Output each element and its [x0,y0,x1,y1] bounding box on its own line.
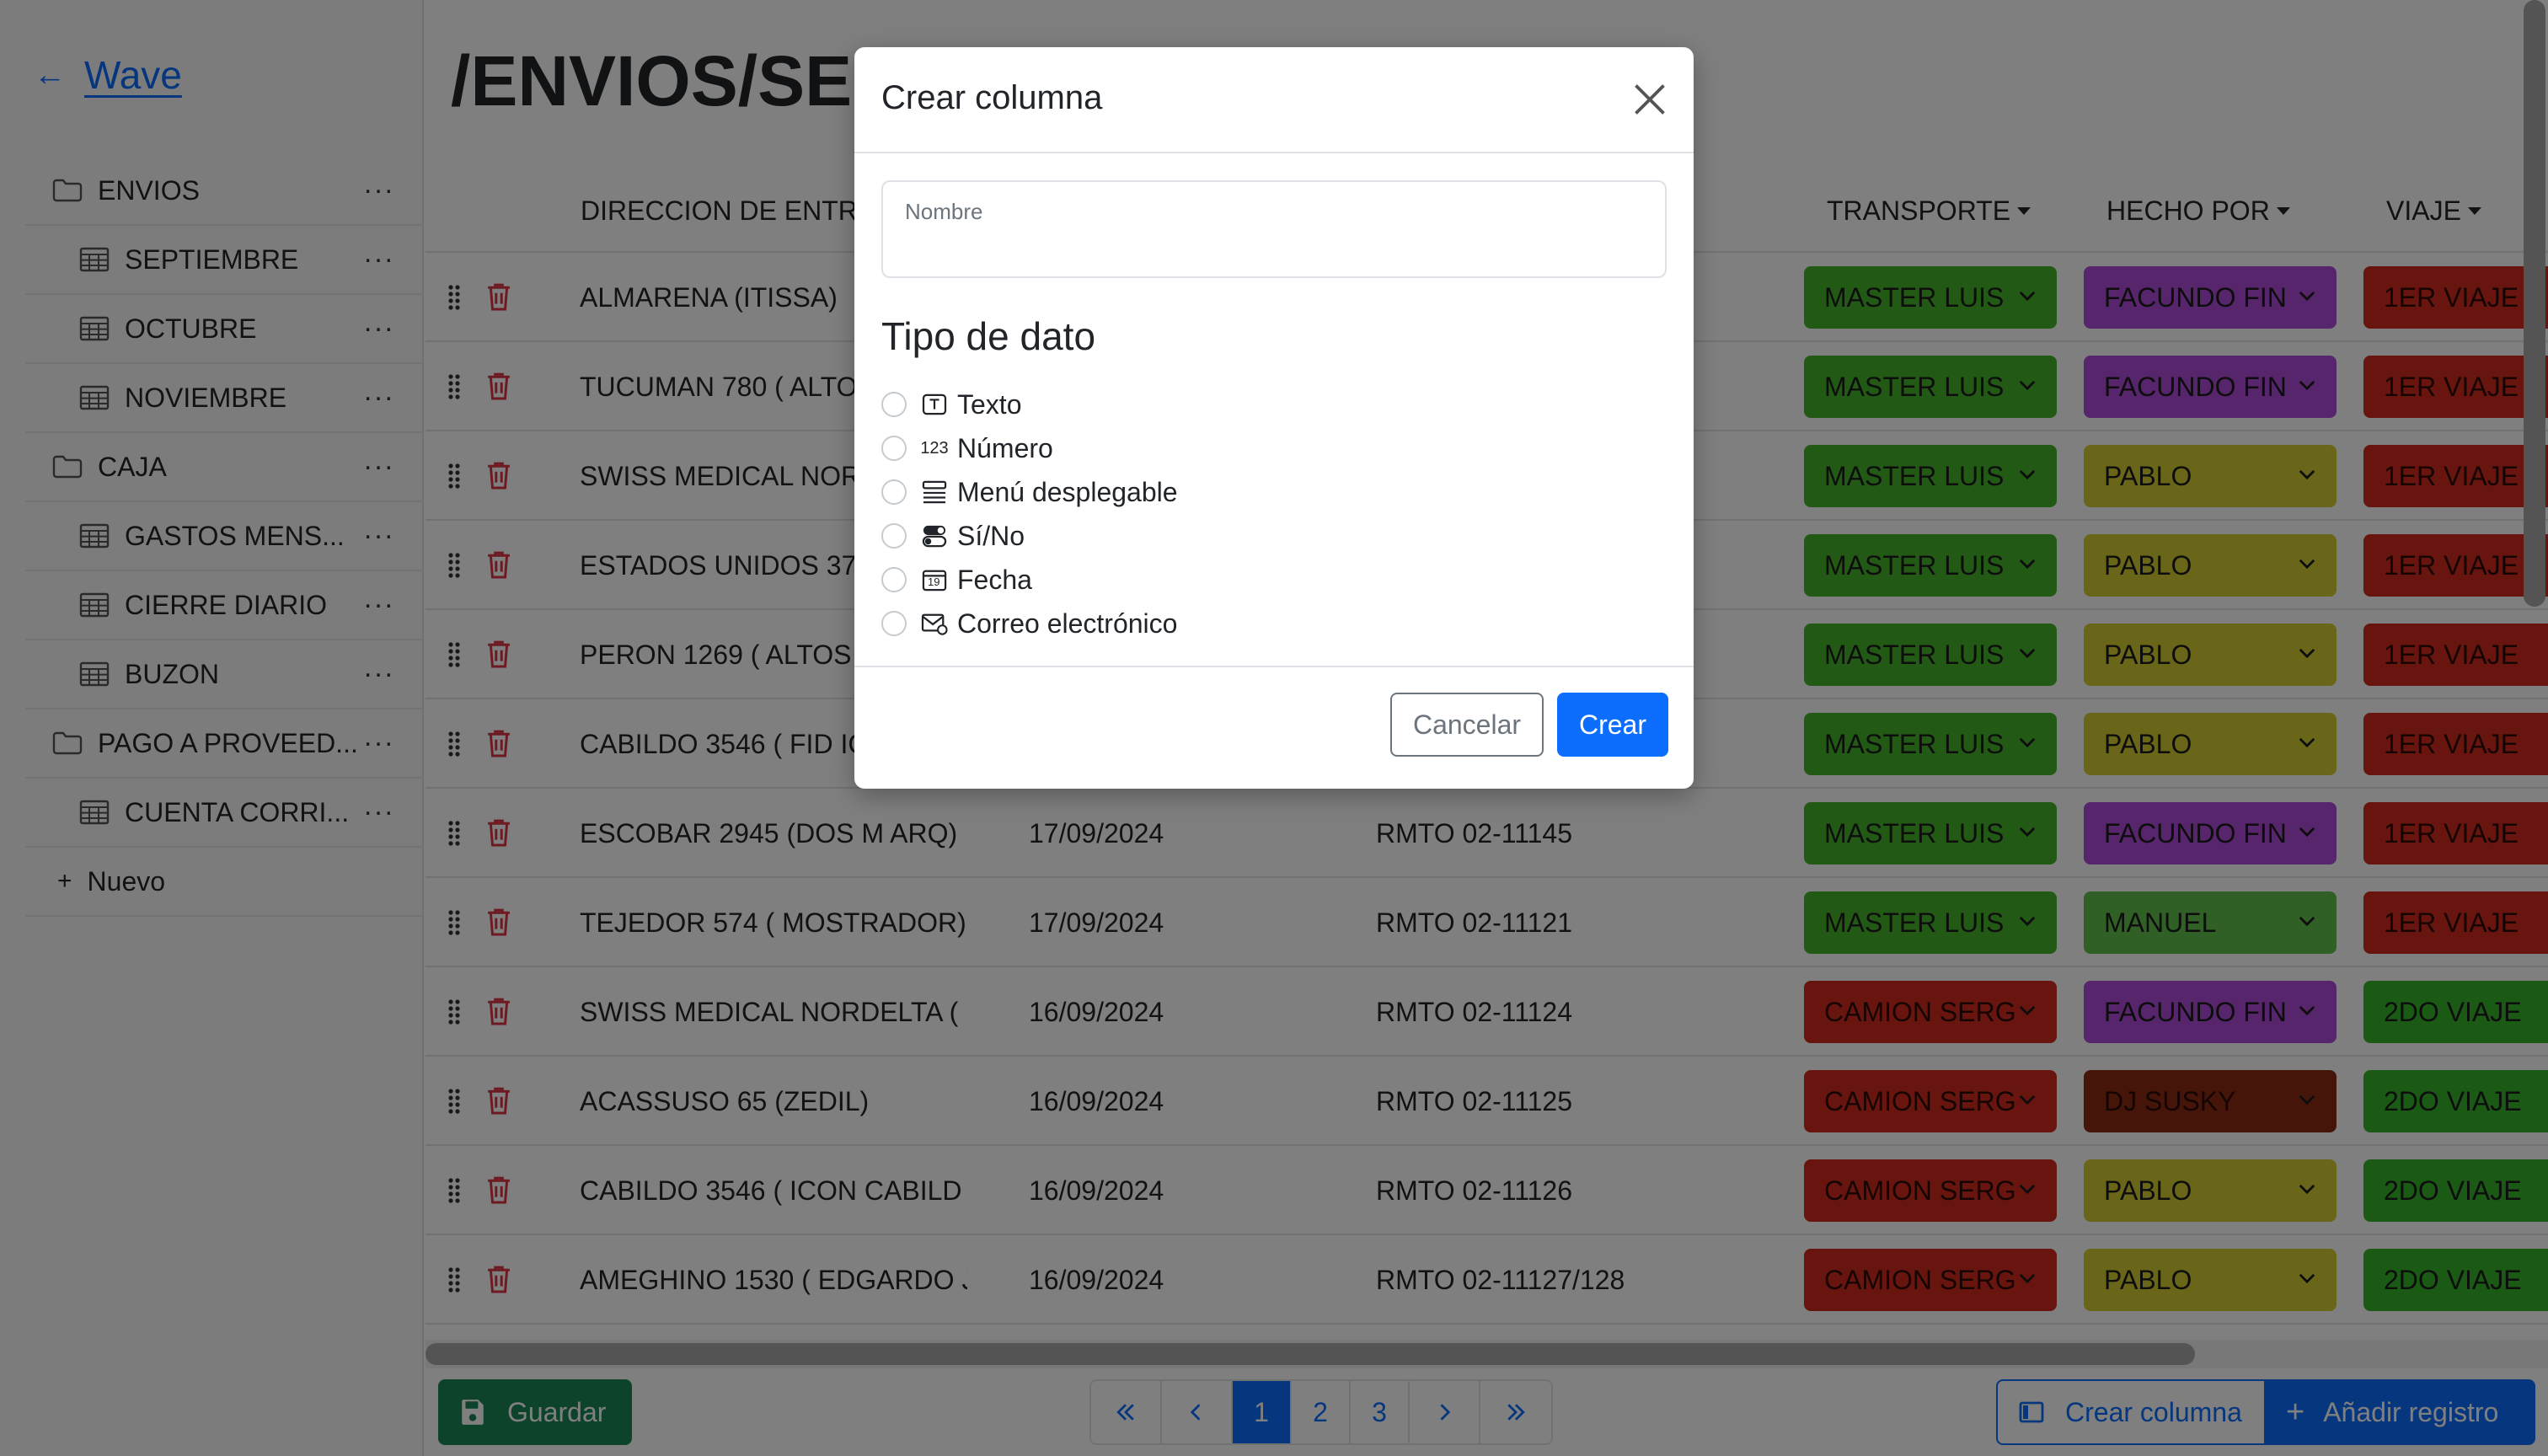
cancel-button[interactable]: Cancelar [1390,693,1544,757]
toggle-icon [920,523,949,549]
radio-date[interactable] [881,567,907,592]
create-column-dialog: Crear columna Nombre Tipo de dato Texto … [854,47,1694,789]
radio-yes-no[interactable] [881,523,907,549]
radio-email[interactable] [881,611,907,636]
name-field[interactable]: Nombre [881,180,1667,278]
radio-text[interactable] [881,392,907,417]
option-date[interactable]: 19 Fecha [881,558,1178,602]
close-icon[interactable] [1631,81,1668,118]
data-type-options: Texto 123 Número Menú desplegable Sí/No [881,383,1178,645]
dropdown-icon [920,479,949,505]
number-icon: 123 [920,438,949,458]
name-input[interactable] [903,234,1645,268]
modal-footer: Cancelar Crear [854,667,1694,789]
data-type-title: Tipo de dato [881,314,1096,358]
modal-header: Crear columna [854,47,1694,153]
option-email[interactable]: Correo electrónico [881,602,1178,645]
calendar-icon: 19 [920,567,949,592]
option-yes-no[interactable]: Sí/No [881,514,1178,558]
radio-dropdown[interactable] [881,479,907,505]
create-button[interactable]: Crear [1557,693,1668,757]
modal-title: Crear columna [881,79,1103,116]
option-dropdown[interactable]: Menú desplegable [881,470,1178,514]
email-icon [920,611,949,636]
option-text[interactable]: Texto [881,383,1178,426]
option-number[interactable]: 123 Número [881,426,1178,470]
text-icon [920,392,949,417]
name-field-label: Nombre [905,199,983,224]
radio-number[interactable] [881,436,907,461]
modal-body: Nombre Tipo de dato Texto 123 Número Men… [854,153,1694,667]
